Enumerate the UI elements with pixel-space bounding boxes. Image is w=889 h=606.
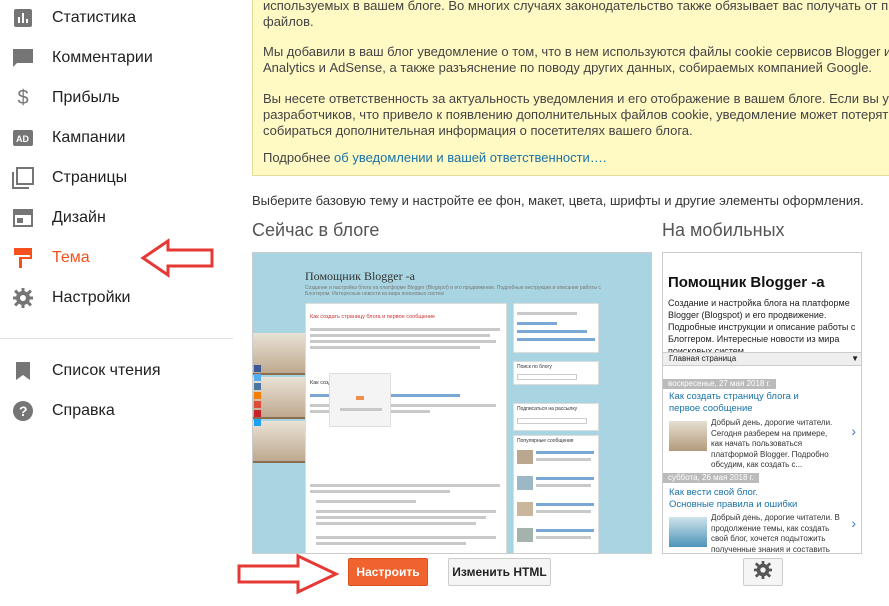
comment-icon <box>12 47 34 69</box>
preview-popular-label: Популярные сообщения <box>517 438 574 444</box>
sidebar-item-label: Статистика <box>52 9 137 26</box>
chevron-right-icon[interactable]: › <box>851 423 856 439</box>
paint-roller-icon <box>12 247 34 269</box>
mobile-post-title[interactable]: первое сообщение <box>669 403 753 415</box>
mobile-post-title[interactable]: Как создать страницу блога и <box>669 391 799 403</box>
mobile-post-thumbnail <box>669 421 707 451</box>
sidebar-item-stats[interactable]: Статистика <box>0 0 233 38</box>
sidebar-item-layout[interactable]: Дизайн <box>0 198 233 238</box>
preview-widget-subscribe: Подписаться на рассылку <box>513 403 599 431</box>
cookie-notice: используемых в вашем блоге. Во многих сл… <box>252 0 889 176</box>
twitter-icon <box>254 374 261 381</box>
sidebar-item-campaigns[interactable]: AD Кампании <box>0 118 233 158</box>
mobile-theme-preview[interactable]: Помощник Blogger -а Создание и настройка… <box>662 252 862 554</box>
mobile-settings-button[interactable] <box>743 558 783 586</box>
notice-text: собираться дополнительная информация о п… <box>263 123 693 138</box>
dollar-icon: $ <box>17 86 29 109</box>
vk-icon <box>254 383 261 390</box>
mobile-theme-heading: На мобильных <box>662 220 785 240</box>
book-decoration-image <box>253 333 313 375</box>
layout-icon <box>12 207 34 229</box>
mobile-blog-title: Помощник Blogger -а <box>668 274 825 291</box>
preview-widget-popular: Популярные сообщения <box>513 435 599 553</box>
sidebar-item-label: Кампании <box>52 129 126 146</box>
sidebar-item-label: Дизайн <box>52 209 106 226</box>
notice-more: Подробнее об уведомлении и вашей ответст… <box>263 150 606 166</box>
ok-icon <box>254 392 261 399</box>
notice-more-link[interactable]: об уведомлении и вашей ответственности…. <box>334 150 606 165</box>
preview-post-title: Как создать страницу блога и первое сооб… <box>310 314 436 320</box>
mobile-post-excerpt: Добрый день, дорогие читатели. Сегодня р… <box>711 418 833 469</box>
preview-widget-profile <box>513 303 599 353</box>
sidebar-item-settings[interactable]: Настройки <box>0 278 233 318</box>
notice-text: разработчиков, что привело к появлению д… <box>263 107 889 122</box>
pages-icon <box>12 167 34 189</box>
customize-button[interactable]: Настроить <box>348 558 428 586</box>
notice-text: Analytics и AdSense, а также разъяснение… <box>263 60 873 75</box>
sidebar-item-label: Настройки <box>52 289 131 306</box>
sidebar-item-label: Страницы <box>52 169 128 186</box>
sidebar-item-earnings[interactable]: $ Прибыль <box>0 78 233 118</box>
bar-chart-icon <box>12 7 34 29</box>
chevron-right-icon[interactable]: › <box>851 515 856 531</box>
mobile-nav-label: Главная страница <box>669 354 737 363</box>
notice-more-prefix: Подробнее <box>263 150 335 165</box>
gear-icon <box>754 560 772 584</box>
mail-icon <box>254 419 261 426</box>
sidebar-divider <box>0 338 233 339</box>
blogger-theme-page: Статистика Комментарии $ Прибыль AD Камп… <box>0 0 889 606</box>
mobile-post-title[interactable]: Основные правила и ошибки <box>669 499 797 511</box>
bookmark-icon <box>12 360 34 382</box>
desktop-theme-preview[interactable]: Помощник Blogger -а Создание и настройка… <box>252 252 652 554</box>
mobile-nav-dropdown[interactable]: Главная страница ▼ <box>663 352 861 366</box>
sidebar-item-reading-list[interactable]: Список чтения <box>0 351 233 391</box>
annotation-arrow-right-icon <box>237 553 340 595</box>
facebook-icon <box>254 365 261 372</box>
current-theme-heading: Сейчас в блоге <box>252 220 380 240</box>
social-share-icons <box>254 365 262 428</box>
dropdown-arrow-icon: ▼ <box>851 354 859 363</box>
notice-text: Вы несете ответственность за актуальност… <box>263 91 889 106</box>
svg-text:?: ? <box>19 403 28 419</box>
preview-post: Как создать страницу блога и первое сооб… <box>305 303 507 553</box>
notice-text: файлов. <box>263 14 314 29</box>
mobile-post-date: суббота, 26 мая 2018 г. <box>663 473 759 483</box>
google-plus-icon <box>254 401 261 408</box>
sidebar-item-help[interactable]: ? Справка <box>0 391 233 431</box>
pinterest-icon <box>254 410 261 417</box>
mobile-blog-description: Создание и настройка блога на платформе … <box>668 298 856 356</box>
preview-search-label: Поиск по блогу <box>517 364 552 370</box>
sidebar-item-label: Прибыль <box>52 89 120 106</box>
notice-text: Мы добавили в ваш блог уведомление о том… <box>263 44 889 59</box>
mobile-post-date: воскресенье, 27 мая 2018 г. <box>663 379 776 389</box>
annotation-arrow-left-icon <box>140 238 214 278</box>
preview-post-screenshot <box>329 373 391 427</box>
help-icon: ? <box>12 400 34 422</box>
sidebar-item-label: Справка <box>52 402 115 419</box>
ad-icon: AD <box>12 127 34 149</box>
sidebar-item-label: Комментарии <box>52 49 153 66</box>
sidebar-item-pages[interactable]: Страницы <box>0 158 233 198</box>
gear-icon <box>12 287 34 309</box>
sidebar-item-label: Тема <box>52 249 90 266</box>
sidebar-item-label: Список чтения <box>52 362 161 379</box>
preview-blog-subtitle: Создание и настройка блога на платформе … <box>305 285 601 297</box>
notice-text: используемых в вашем блоге. Во многих сл… <box>263 0 889 13</box>
sidebar-item-comments[interactable]: Комментарии <box>0 38 233 78</box>
preview-widget-search: Поиск по блогу <box>513 361 599 385</box>
edit-html-button[interactable]: Изменить HTML <box>448 558 551 586</box>
preview-blog-title: Помощник Blogger -а <box>305 269 415 283</box>
theme-intro-text: Выберите базовую тему и настройте ее фон… <box>252 193 864 208</box>
preview-subscribe-label: Подписаться на рассылку <box>517 406 578 412</box>
sidebar: Статистика Комментарии $ Прибыль AD Камп… <box>0 0 233 606</box>
mobile-post-title[interactable]: Как вести свой блог. <box>669 487 758 499</box>
mobile-post-thumbnail <box>669 517 707 547</box>
mobile-post-excerpt: Добрый день, дорогие читатели. В продолж… <box>711 513 840 554</box>
svg-text:AD: AD <box>16 134 29 144</box>
